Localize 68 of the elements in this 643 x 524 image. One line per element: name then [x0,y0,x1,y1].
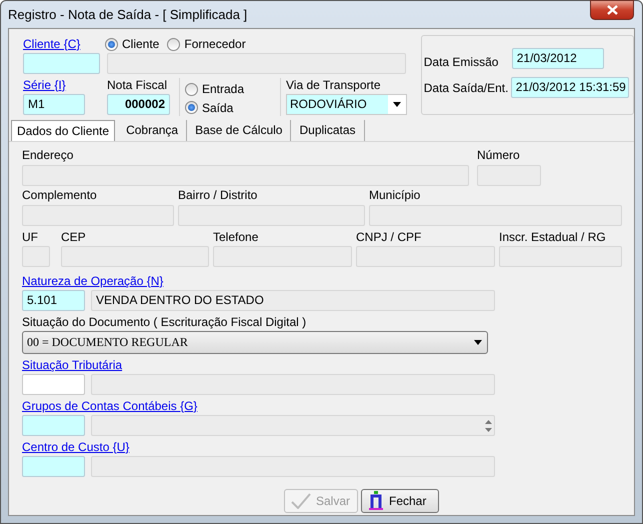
field-label: Número [477,148,521,162]
dropdown-arrow-icon [473,339,483,346]
input-field[interactable] [213,246,352,267]
tab[interactable]: Dados do Cliente [11,120,116,141]
radio-button[interactable] [185,82,198,96]
radio-button[interactable] [167,38,180,50]
door-icon [368,491,384,511]
window-title: Registro - Nota de Saída - [ Simplificada ] [8,7,248,22]
input-field[interactable] [178,205,365,226]
input-field[interactable] [22,165,469,186]
close-button[interactable] [590,0,634,20]
radio-button[interactable] [185,101,198,114]
dropdown-arrow-icon [392,101,402,108]
date-field[interactable]: 21/03/2012 [512,48,604,69]
field-link[interactable]: Situação Tributária [22,358,495,372]
input-field[interactable] [356,246,495,267]
date-label: Data Saída/Ent. [424,80,510,94]
input-field[interactable] [369,205,622,226]
transport-label: Via de Transporte [286,78,382,92]
date-label: Data Emissão [424,55,500,69]
field-label: Inscr. Estadual / RG [499,230,607,243]
radio-label[interactable]: Entrada [202,82,244,96]
cliente-code-field[interactable] [23,53,100,74]
date-field[interactable]: 21/03/2012 15:31:59 [510,77,629,98]
cliente-name-field[interactable] [107,53,406,74]
serie-field[interactable]: M1 [23,94,85,115]
radio-button[interactable] [105,38,118,50]
field-label: Complemento [22,188,98,202]
radio-label[interactable]: Saída [202,100,234,115]
serie-link[interactable]: Série {I} [23,78,107,92]
tab[interactable]: Cobrança [118,120,188,141]
field-label: CNPJ / CPF [356,230,422,243]
nota-fiscal-field[interactable]: 000002 [107,94,170,115]
field-label: Telefone [213,230,260,243]
close-button[interactable]: Fechar [361,489,439,513]
input-field[interactable] [499,246,622,267]
code-field[interactable]: 5.101 [22,290,85,311]
code-field[interactable] [22,415,85,436]
input-field[interactable] [22,205,174,226]
tab[interactable]: Duplicatas [291,120,365,141]
radio-label[interactable]: Fornecedor [184,37,246,51]
code-field[interactable] [22,374,85,395]
field-label: Município [369,188,422,202]
nota-fiscal-label: Nota Fiscal [107,78,168,92]
input-field[interactable] [22,246,50,267]
cliente-link[interactable]: Cliente {C} [23,37,105,51]
input-field[interactable] [61,246,209,267]
input-field[interactable] [477,165,541,186]
radio-label[interactable]: Cliente [122,37,160,51]
field-label: Endereço [22,148,74,162]
close-icon [606,5,618,15]
field-link[interactable]: Natureza de Operação {N} [22,274,495,288]
field-link[interactable]: Grupos de Contas Contábeis {G} [22,399,495,413]
status-dropdown[interactable]: 00 = DOCUMENTO REGULAR [22,331,488,354]
field-label: Bairro / Distrito [178,188,258,202]
description-field[interactable] [91,415,495,436]
field-label: CEP [61,230,87,243]
field-label: UF [22,230,39,243]
description-field[interactable]: VENDA DENTRO DO ESTADO [91,290,495,311]
description-field[interactable] [91,374,495,395]
checkmark-icon [291,493,311,509]
tab[interactable]: Base de Cálculo [187,120,292,141]
field-label: Situação do Documento ( Escrituração Fiscal Digital ) [22,315,308,329]
description-field[interactable] [91,456,495,477]
spinner-arrows-icon [484,418,493,434]
transport-dropdown[interactable]: RODOVIÁRIO [286,94,407,115]
field-link[interactable]: Centro de Custo {U} [22,440,495,454]
code-field[interactable] [22,456,85,477]
